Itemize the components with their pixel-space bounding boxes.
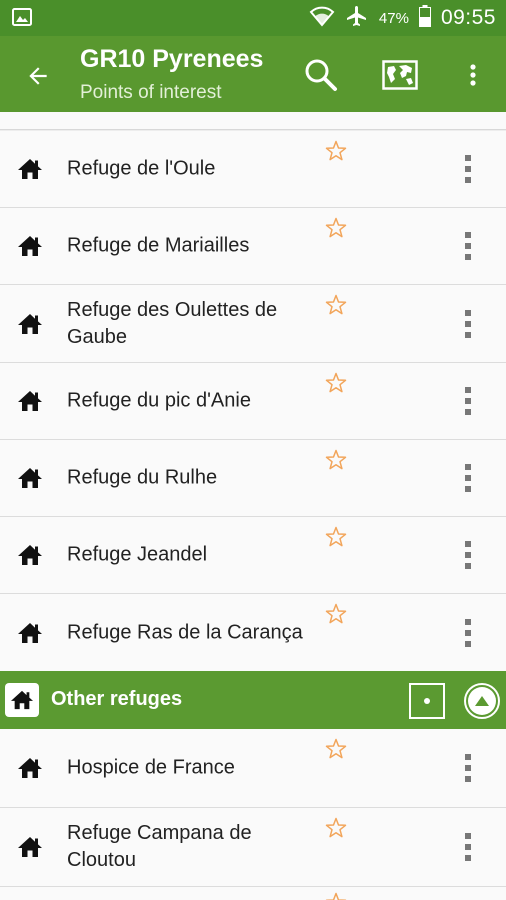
star-outline-icon[interactable]	[324, 448, 348, 472]
map-button[interactable]	[378, 54, 422, 96]
app-bar: GR10 Pyrenees Points of interest	[0, 36, 506, 112]
list-item[interactable]: Refuge Ras de la Carança	[0, 594, 506, 671]
more-vert-icon	[465, 541, 471, 569]
item-menu-button[interactable]	[456, 750, 480, 786]
item-menu-button[interactable]	[456, 151, 480, 187]
more-vert-icon	[465, 464, 471, 492]
house-icon	[18, 758, 42, 778]
star-outline-icon	[325, 892, 347, 900]
chevron-up-icon	[475, 696, 489, 706]
clock: 09:55	[440, 6, 496, 29]
star-outline-icon[interactable]	[324, 139, 348, 163]
house-icon	[18, 391, 42, 411]
battery-percent: 47%	[378, 9, 409, 27]
house-icon	[18, 159, 42, 179]
more-vert-icon	[465, 754, 471, 782]
house-icon	[18, 837, 42, 857]
list-item[interactable]: Refuge Jeandel	[0, 517, 506, 594]
house-icon	[18, 622, 42, 643]
list-item[interactable]: Refuge du Rulhe	[0, 440, 506, 517]
map-icon	[382, 60, 418, 90]
battery-icon	[418, 4, 431, 32]
list-item[interactable]: Refuge du pic d'Anie	[0, 363, 506, 440]
more-vert-icon	[465, 309, 471, 338]
house-icon	[18, 236, 42, 256]
page-subtitle: Points of interest	[80, 82, 222, 103]
arrow-left-icon	[29, 67, 47, 85]
poi-list[interactable]: Refuge de l'Oule Refuge de Mariailles Re…	[0, 112, 506, 900]
gallery-notification-icon	[12, 8, 32, 26]
star-outline-icon[interactable]	[324, 816, 348, 840]
section-collapse-button[interactable]	[464, 683, 500, 719]
item-menu-button[interactable]	[456, 460, 480, 496]
list-item-partial	[0, 112, 506, 130]
overflow-menu-button[interactable]	[458, 54, 488, 96]
list-item-label: Hospice de France	[67, 756, 235, 779]
star-outline-icon[interactable]	[324, 293, 348, 317]
list-item-label: Refuge Jeandel	[67, 543, 208, 566]
house-icon	[18, 313, 42, 334]
list-item[interactable]: Refuge des Oulettes de Gaube	[0, 285, 506, 363]
star-outline-icon[interactable]	[324, 216, 348, 240]
more-vert-icon	[470, 64, 476, 86]
section-house-icon	[5, 683, 39, 717]
house-icon	[18, 545, 42, 565]
airplane-mode-icon	[345, 4, 369, 33]
page-title: GR10 Pyrenees	[80, 45, 264, 73]
list-item-label: Refuge des Oulettes de Gaube	[67, 298, 278, 348]
search-button[interactable]	[300, 54, 342, 96]
more-vert-icon	[465, 155, 471, 183]
more-vert-icon	[465, 833, 471, 861]
item-menu-button[interactable]	[456, 228, 480, 264]
item-menu-button[interactable]	[456, 615, 480, 651]
search-icon	[305, 59, 337, 91]
list-item[interactable]: Refuge de Mariailles	[0, 208, 506, 285]
item-menu-button[interactable]	[456, 383, 480, 419]
section-header-other-refuges[interactable]: Other refuges	[0, 671, 506, 729]
list-item[interactable]: Hospice de France	[0, 729, 506, 808]
list-item-label: Refuge Ras de la Carança	[67, 621, 303, 643]
more-vert-icon	[465, 618, 471, 647]
list-item-label: Refuge du Rulhe	[67, 466, 218, 489]
star-outline-icon[interactable]	[324, 737, 348, 761]
list-item[interactable]: Refuge de l'Oule	[0, 131, 506, 208]
dot-icon	[424, 698, 430, 704]
star-outline-icon[interactable]	[324, 602, 348, 626]
list-item-partial	[0, 887, 506, 900]
star-outline-icon[interactable]	[324, 525, 348, 549]
status-bar: 47% 09:55	[0, 0, 506, 36]
more-vert-icon	[465, 387, 471, 415]
back-button[interactable]	[18, 56, 58, 96]
list-item-label: Refuge de Mariailles	[67, 234, 250, 257]
list-item-label: Refuge de l'Oule	[67, 157, 216, 180]
star-outline-icon[interactable]	[324, 371, 348, 395]
house-icon	[18, 468, 42, 488]
section-title: Other refuges	[51, 688, 183, 710]
more-vert-icon	[465, 232, 471, 260]
list-item-label: Refuge du pic d'Anie	[67, 389, 251, 412]
section-visibility-toggle[interactable]	[409, 683, 445, 719]
item-menu-button[interactable]	[456, 306, 480, 342]
item-menu-button[interactable]	[456, 537, 480, 573]
list-item[interactable]: Refuge Campana de Cloutou	[0, 808, 506, 887]
item-menu-button[interactable]	[456, 829, 480, 865]
list-item-label: Refuge Campana de Cloutou	[67, 822, 252, 871]
wifi-icon	[309, 5, 335, 32]
